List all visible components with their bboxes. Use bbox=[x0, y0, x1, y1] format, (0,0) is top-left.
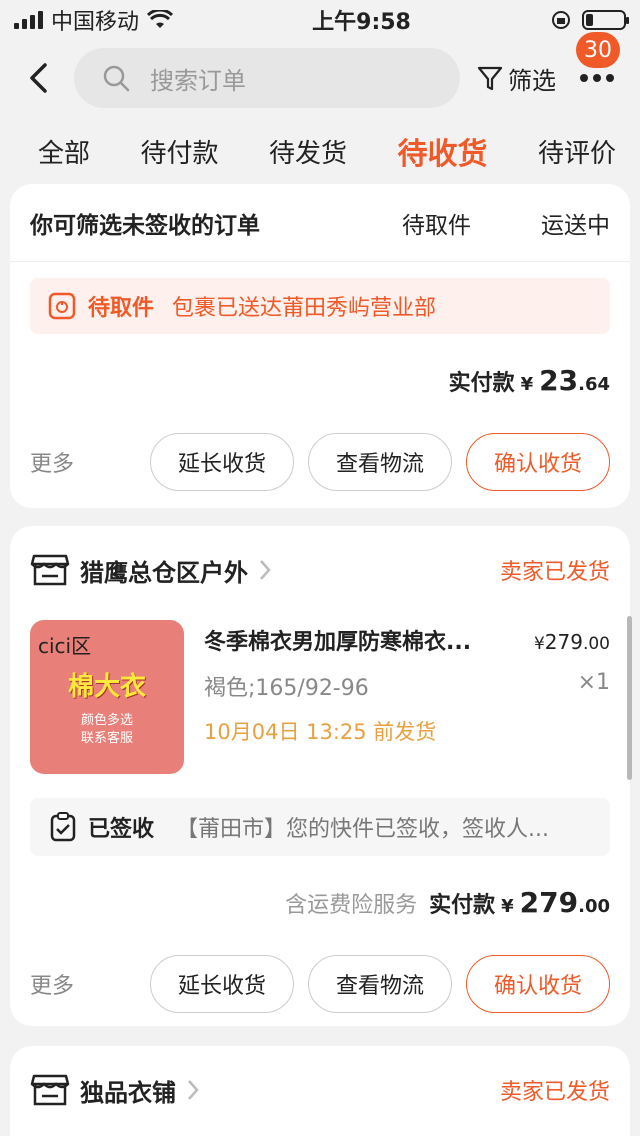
more-link[interactable]: 更多 bbox=[30, 968, 136, 1000]
scrollbar[interactable] bbox=[627, 616, 632, 780]
view-logistics-button[interactable]: 查看物流 bbox=[308, 955, 452, 1013]
thumb-sub-line: 联系客服 bbox=[80, 731, 133, 746]
logistics-status-label: 已签收 bbox=[88, 817, 155, 842]
logistics-notice[interactable]: 待取件 包裹已送达莆田秀屿营业部 bbox=[30, 278, 610, 334]
filter-option-in-transit[interactable]: 运送中 bbox=[541, 206, 610, 240]
logistics-detail: 【莆田市】您的快件已签收，签收人... bbox=[176, 817, 549, 842]
pickup-icon bbox=[48, 292, 76, 320]
shop-icon bbox=[30, 552, 70, 588]
shop-header[interactable]: 猎鹰总仓区户外 卖家已发货 bbox=[10, 526, 630, 614]
total-label: 实付款 bbox=[448, 371, 515, 396]
filter-button[interactable]: 筛选 bbox=[476, 61, 556, 96]
search-icon bbox=[103, 65, 130, 92]
total-integer: 279 bbox=[519, 886, 579, 919]
dot-icon bbox=[580, 74, 588, 82]
price-currency: ¥ bbox=[533, 634, 545, 654]
currency-symbol: ¥ bbox=[520, 374, 534, 395]
tab-pending-receipt[interactable]: 待收货 bbox=[398, 129, 488, 173]
battery-icon bbox=[582, 10, 629, 30]
more-link[interactable]: 更多 bbox=[30, 446, 136, 478]
order-card: 独品衣铺 卖家已发货 bbox=[10, 1046, 630, 1136]
price-integer: 279 bbox=[544, 630, 583, 654]
product-title: 冬季棉衣男加厚防寒棉衣... bbox=[204, 630, 472, 655]
filter-icon bbox=[477, 66, 503, 91]
dot-icon bbox=[593, 74, 601, 82]
thumb-brand: cici区 bbox=[38, 634, 92, 658]
chevron-right-icon bbox=[258, 558, 272, 582]
order-card: 猎鹰总仓区户外 卖家已发货 cici区 棉大衣 颜色多选 联系客服 冬季棉衣男加… bbox=[10, 526, 630, 1026]
filter-label: 筛选 bbox=[508, 66, 556, 95]
filter-option-pickup[interactable]: 待取件 bbox=[402, 206, 471, 240]
back-button[interactable] bbox=[18, 58, 58, 98]
currency-symbol: ¥ bbox=[501, 896, 514, 917]
total-label: 实付款 bbox=[429, 893, 496, 918]
shop-header[interactable]: 独品衣铺 卖家已发货 bbox=[10, 1046, 630, 1134]
shop-name: 猎鹰总仓区户外 bbox=[80, 558, 248, 587]
more-menu-button[interactable]: 30 bbox=[572, 32, 622, 98]
logistics-status[interactable]: 已签收 【莆田市】您的快件已签收，签收人... bbox=[30, 798, 610, 856]
order-tabs: 全部 待付款 待发货 待收货 待评价 bbox=[0, 116, 640, 186]
filter-bar: 你可筛选未签收的订单 待取件 运送中 bbox=[10, 184, 630, 262]
order-total: 含运费险服务 实付款 ¥279.00 bbox=[10, 886, 630, 919]
nav-bar: 搜索订单 筛选 30 bbox=[0, 32, 640, 116]
thumb-main-text: 棉大衣 bbox=[67, 672, 146, 702]
carrier-label: 中国移动 bbox=[51, 10, 140, 35]
product-item[interactable]: cici区 棉大衣 颜色多选 联系客服 冬季棉衣男加厚防寒棉衣... ¥279.… bbox=[10, 614, 630, 774]
view-logistics-button[interactable]: 查看物流 bbox=[308, 433, 452, 491]
dot-icon bbox=[606, 74, 614, 82]
action-row: 更多 延长收货 查看物流 确认收货 bbox=[10, 955, 630, 1013]
tab-pending-shipment[interactable]: 待发货 bbox=[269, 133, 347, 170]
order-card: 你可筛选未签收的订单 待取件 运送中 待取件 包裹已送达莆田秀屿营业部 实付款 … bbox=[10, 184, 630, 508]
rotation-lock-icon bbox=[550, 9, 572, 31]
shop-icon bbox=[30, 1072, 70, 1108]
search-input[interactable]: 搜索订单 bbox=[74, 48, 460, 108]
clipboard-check-icon bbox=[50, 812, 76, 842]
total-integer: 23 bbox=[539, 364, 579, 397]
product-thumbnail[interactable]: cici区 棉大衣 颜色多选 联系客服 bbox=[30, 620, 184, 774]
notice-text: 包裹已送达莆田秀屿营业部 bbox=[172, 296, 437, 321]
order-total: 实付款 ¥23.64 bbox=[10, 364, 630, 397]
price-decimal: .00 bbox=[582, 634, 610, 654]
shop-status: 卖家已发货 bbox=[499, 1080, 610, 1105]
tab-pending-review[interactable]: 待评价 bbox=[538, 133, 616, 170]
confirm-receipt-button[interactable]: 确认收货 bbox=[466, 955, 610, 1013]
confirm-receipt-button[interactable]: 确认收货 bbox=[466, 433, 610, 491]
total-decimal: .00 bbox=[578, 896, 610, 917]
chevron-right-icon bbox=[186, 1078, 200, 1102]
thumb-sub-line: 颜色多选 bbox=[80, 713, 133, 728]
back-arrow-icon bbox=[30, 63, 47, 93]
search-placeholder: 搜索订单 bbox=[150, 66, 246, 95]
clock: 上午9:58 bbox=[312, 10, 411, 35]
status-bar: 中国移动 上午9:58 bbox=[0, 0, 640, 40]
tab-pending-payment[interactable]: 待付款 bbox=[141, 133, 219, 170]
signal-icon bbox=[14, 11, 43, 29]
shop-status: 卖家已发货 bbox=[499, 560, 610, 585]
thumb-sub-text: 颜色多选 联系客服 bbox=[30, 712, 184, 748]
product-quantity: ×1 bbox=[577, 670, 610, 695]
product-sku: 褐色;165/92-96 bbox=[204, 676, 369, 701]
total-decimal: .64 bbox=[578, 374, 610, 395]
ship-deadline: 10月04日 13:25 前发货 bbox=[204, 720, 437, 744]
action-row: 更多 延长收货 查看物流 确认收货 bbox=[10, 433, 630, 491]
service-note: 含运费险服务 bbox=[285, 893, 418, 918]
tab-all[interactable]: 全部 bbox=[38, 133, 90, 170]
product-price: ¥279.00 bbox=[534, 630, 610, 654]
filter-bar-title: 你可筛选未签收的订单 bbox=[30, 212, 260, 239]
notification-badge: 30 bbox=[576, 32, 620, 68]
notice-status: 待取件 bbox=[88, 296, 155, 321]
wifi-icon bbox=[147, 10, 174, 30]
extend-receipt-button[interactable]: 延长收货 bbox=[150, 955, 294, 1013]
shop-name: 独品衣铺 bbox=[80, 1078, 176, 1107]
extend-receipt-button[interactable]: 延长收货 bbox=[150, 433, 294, 491]
